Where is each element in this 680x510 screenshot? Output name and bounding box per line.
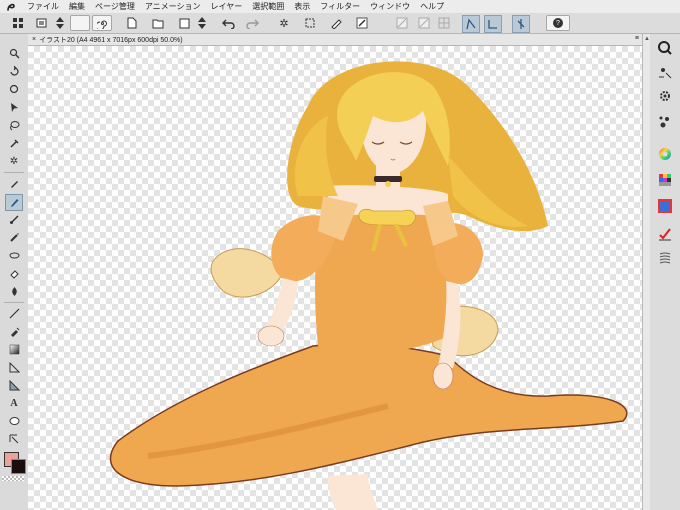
sub-tool-icon[interactable] — [657, 64, 673, 80]
undo-icon[interactable] — [220, 15, 236, 31]
menu-page-management[interactable]: ページ管理 — [90, 1, 140, 12]
blend-tool-icon[interactable] — [6, 284, 22, 299]
clear-outside-icon[interactable] — [416, 15, 432, 31]
open-folder-icon[interactable] — [150, 15, 166, 31]
document-title: イラスト20 (A4 4961 x 7016px 600dpi 50.0%) — [39, 36, 183, 44]
new-file-icon[interactable] — [124, 15, 140, 31]
frame-tool-icon[interactable] — [6, 360, 22, 375]
tool-property-icon[interactable] — [657, 88, 673, 104]
fill-tool-icon[interactable] — [6, 324, 22, 339]
tab-menu-icon[interactable]: ≡ — [635, 35, 639, 42]
approx-color-icon[interactable] — [657, 226, 673, 242]
menu-window[interactable]: ウィンドウ — [365, 1, 415, 12]
save-icon[interactable] — [176, 15, 192, 31]
pencil-tool-icon[interactable] — [5, 194, 23, 211]
eraser-tool-icon[interactable] — [6, 266, 22, 281]
magnifier-tool-icon[interactable] — [6, 82, 22, 97]
search-icon[interactable] — [657, 40, 673, 56]
snap-grid-icon[interactable] — [512, 15, 530, 33]
mode-select[interactable] — [70, 15, 90, 31]
move-tool-icon[interactable] — [6, 100, 22, 115]
brush-size-icon[interactable] — [657, 114, 673, 130]
zoom-tool-icon[interactable] — [6, 46, 22, 61]
intermediate-color-icon[interactable] — [657, 198, 673, 214]
correct-line-tool-icon[interactable] — [6, 432, 22, 447]
command-bar: ✲ ? — [0, 13, 680, 34]
document-tab[interactable]: × イラスト20 (A4 4961 x 7016px 600dpi 50.0%)… — [28, 34, 642, 46]
layer-order-icon[interactable] — [52, 15, 68, 31]
transform-icon[interactable] — [302, 15, 318, 31]
airbrush-tool-icon[interactable] — [6, 230, 22, 245]
clear-icon[interactable] — [394, 15, 410, 31]
menu-filter[interactable]: フィルター — [315, 1, 365, 12]
balloon-tool-icon[interactable] — [6, 414, 22, 429]
spiral-icon[interactable] — [92, 15, 112, 31]
figure-tool-icon[interactable] — [6, 306, 22, 321]
ruler-tool-icon[interactable] — [6, 378, 22, 393]
save-options-icon[interactable] — [194, 15, 210, 31]
text-tool-icon[interactable]: A — [6, 396, 22, 411]
menu-file[interactable]: ファイル — [22, 1, 64, 12]
rotate-tool-icon[interactable] — [6, 64, 22, 79]
grid-menu-icon[interactable] — [10, 15, 26, 31]
app-logo-icon[interactable] — [0, 0, 22, 13]
brush-tool-icon[interactable] — [6, 212, 22, 227]
gradient-tool-icon[interactable] — [6, 342, 22, 357]
canvas[interactable] — [28, 46, 642, 510]
color-history-icon[interactable] — [657, 250, 673, 266]
menu-help[interactable]: ヘルプ — [415, 1, 449, 12]
menu-animation[interactable]: アニメーション — [140, 1, 206, 12]
menu-selection[interactable]: 選択範囲 — [247, 1, 289, 12]
pen-tool-icon[interactable] — [6, 176, 22, 191]
tool-divider — [4, 172, 24, 173]
fill-icon[interactable] — [354, 15, 370, 31]
pen-convert-icon[interactable] — [328, 15, 344, 31]
decoration-tool-icon[interactable] — [6, 248, 22, 263]
transparent-color-swatch[interactable] — [2, 476, 24, 481]
help-button[interactable]: ? — [546, 15, 570, 31]
grid-dim-icon[interactable] — [436, 15, 452, 31]
sparkle-tool-icon[interactable]: ✲ — [6, 154, 22, 169]
snap-ruler-icon[interactable] — [462, 15, 480, 33]
menu-bar: ファイル 編集 ページ管理 アニメーション レイヤー 選択範囲 表示 フィルター… — [0, 0, 680, 14]
menu-view[interactable]: 表示 — [289, 1, 315, 12]
color-set-icon[interactable] — [657, 172, 673, 188]
tool-divider — [4, 302, 24, 303]
sparkle-icon[interactable]: ✲ — [276, 15, 292, 31]
snap-special-ruler-icon[interactable] — [484, 15, 502, 33]
eyedropper-tool-icon[interactable] — [6, 136, 22, 151]
tool-palette: ✲ A — [0, 34, 29, 510]
redo-icon[interactable] — [244, 15, 260, 31]
lasso-tool-icon[interactable] — [6, 118, 22, 133]
layer-new-icon[interactable] — [34, 15, 50, 31]
menu-edit[interactable]: 編集 — [64, 1, 90, 12]
right-palette-dock — [650, 34, 680, 510]
sub-color-swatch[interactable] — [11, 459, 26, 474]
illustration — [109, 61, 628, 510]
color-wheel-icon[interactable] — [657, 146, 673, 162]
menu-layer[interactable]: レイヤー — [206, 1, 248, 12]
close-tab-icon[interactable]: × — [32, 36, 36, 43]
